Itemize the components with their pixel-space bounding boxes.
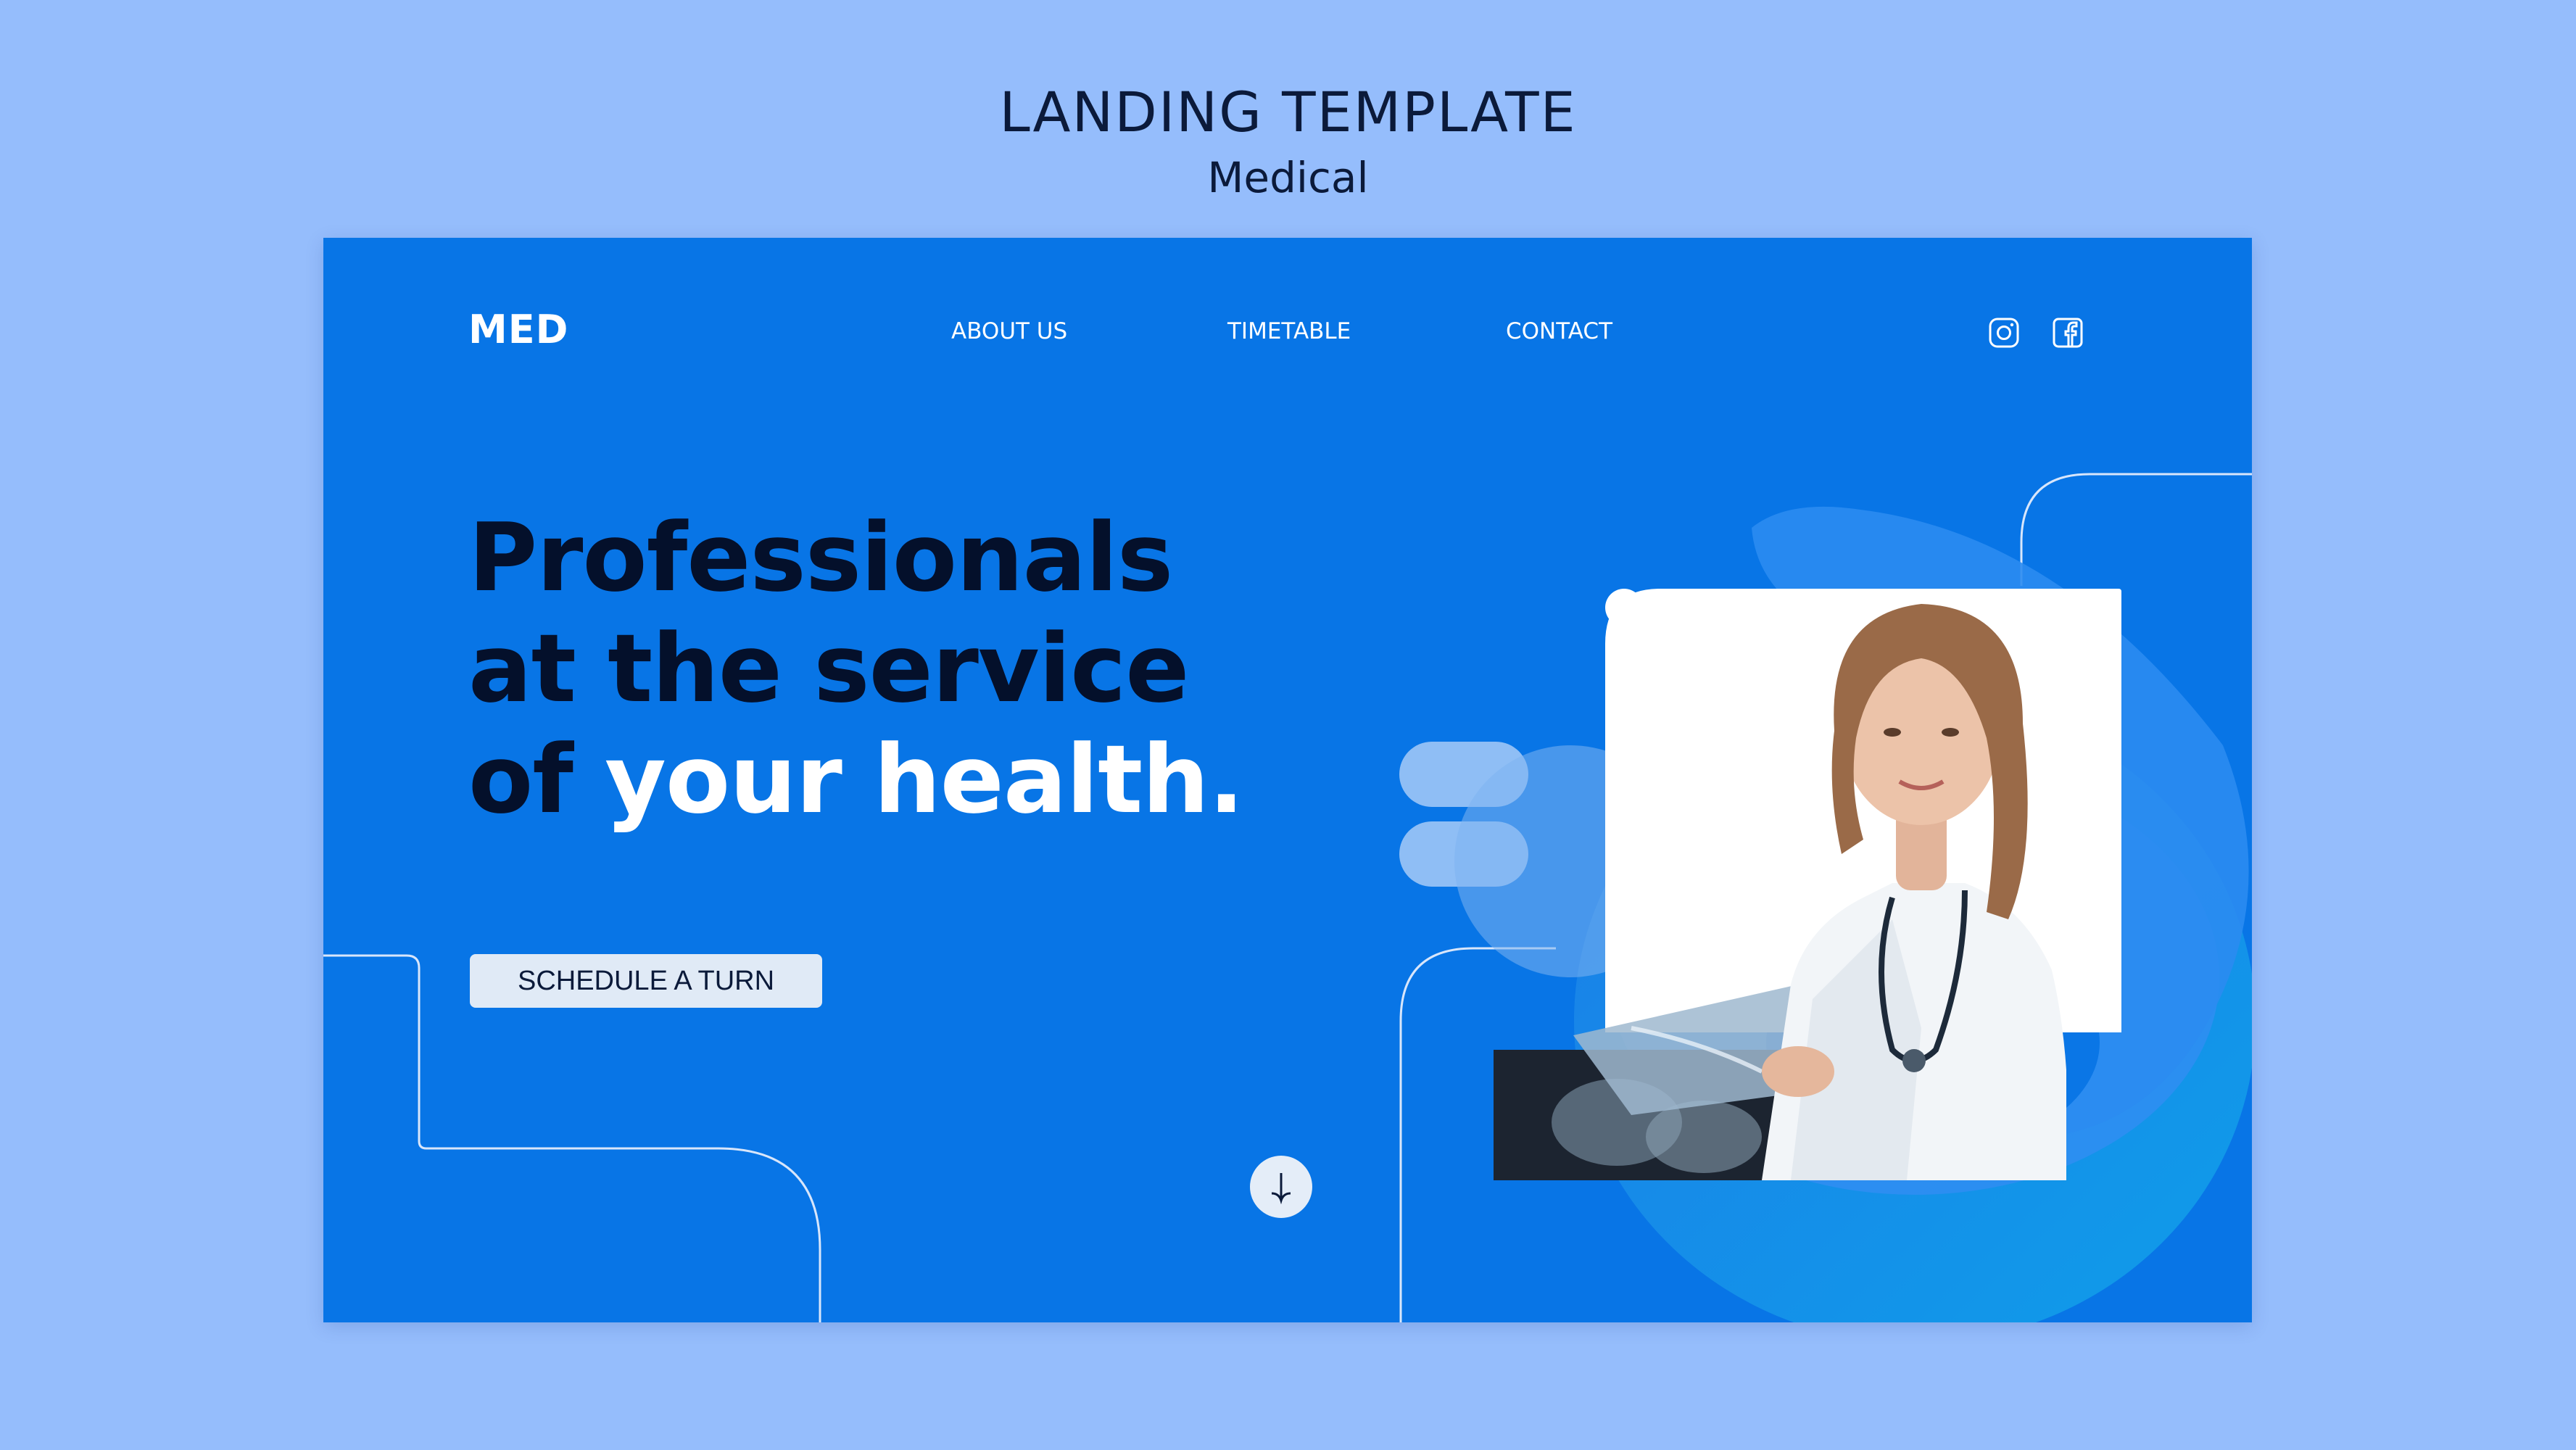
schedule-turn-button[interactable]: SCHEDULE A TURN bbox=[470, 954, 822, 1008]
headline-line-2: at the service bbox=[468, 613, 1189, 724]
nav-timetable[interactable]: TIMETABLE bbox=[1227, 318, 1351, 344]
facebook-link[interactable] bbox=[2052, 317, 2084, 349]
headline-line-3: of your health. bbox=[468, 724, 1244, 835]
arrow-down-icon bbox=[1271, 1173, 1291, 1205]
doctor-photo bbox=[1494, 604, 2066, 1180]
instagram-link[interactable] bbox=[1988, 317, 2020, 349]
nav-about-us[interactable]: ABOUT US bbox=[951, 318, 1067, 344]
page-subtitle: Medical bbox=[1207, 153, 1369, 202]
page-title: LANDING TEMPLATE bbox=[999, 80, 1577, 144]
instagram-icon bbox=[1989, 318, 2019, 348]
nav-contact[interactable]: CONTACT bbox=[1506, 318, 1612, 344]
scroll-down-button[interactable] bbox=[1250, 1156, 1312, 1218]
headline-line-3-light: your health. bbox=[605, 724, 1244, 834]
headline-line-1: Professionals bbox=[468, 502, 1173, 613]
facebook-icon bbox=[2053, 318, 2083, 348]
brand-logo[interactable]: MED bbox=[468, 307, 568, 352]
page-heading: LANDING TEMPLATE Medical bbox=[0, 76, 2576, 207]
hero-headline: Professionals at the service of your hea… bbox=[468, 502, 1244, 835]
landing-preview: MED ABOUT US TIMETABLE CONTACT Professio… bbox=[323, 238, 2252, 1322]
headline-line-3-dark: of bbox=[468, 724, 573, 834]
